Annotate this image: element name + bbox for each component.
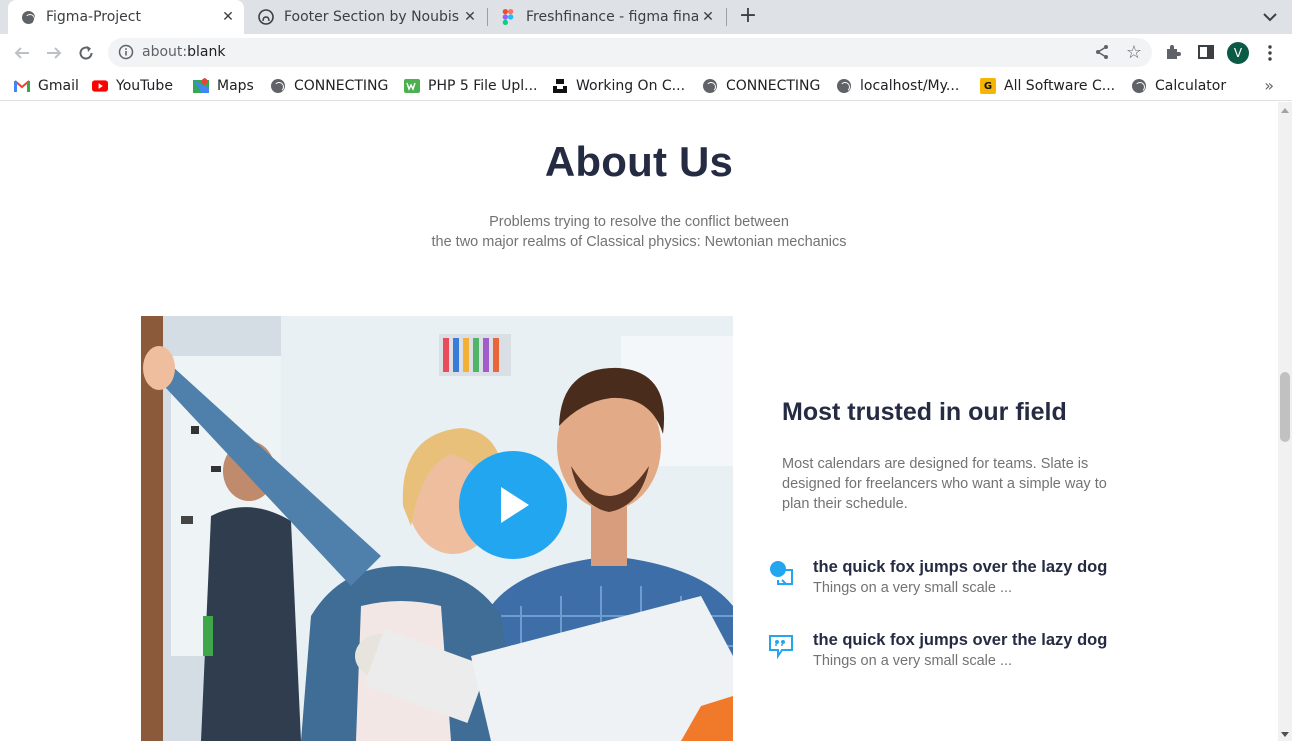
close-tab-icon[interactable]: ✕	[460, 9, 480, 25]
team-photo	[141, 316, 733, 741]
feature-heading: the quick fox jumps over the lazy dog	[813, 631, 1108, 649]
url-text: about:blank	[142, 44, 226, 60]
bookmark-localhost[interactable]: localhost/My...	[836, 76, 959, 96]
close-tab-icon[interactable]: ✕	[218, 9, 238, 25]
bookmark-connecting-1[interactable]: CONNECTING	[270, 76, 388, 96]
globe-icon	[1131, 78, 1147, 94]
page-subtitle: Problems trying to resolve the conflict …	[431, 214, 847, 250]
tab-title: Figma-Project	[46, 9, 141, 25]
share-icon[interactable]	[1094, 44, 1110, 64]
feature-item: the quick fox jumps over the lazy dog Th…	[768, 631, 1188, 675]
tab-footer-section[interactable]: Footer Section by Noubis ✕	[246, 0, 486, 34]
bookmark-working-on[interactable]: Working On C...	[552, 76, 685, 96]
youtube-icon	[92, 78, 108, 94]
browser-toolbar: about:blank ☆ V	[0, 34, 1292, 71]
address-bar[interactable]: about:blank ☆	[108, 38, 1152, 67]
scrollbar-thumb[interactable]	[1280, 372, 1290, 442]
more-menu-icon[interactable]	[1262, 44, 1278, 62]
page-viewport: About Us Problems trying to resolve the …	[0, 102, 1278, 741]
chat-bubble-icon	[768, 560, 794, 586]
video-thumbnail[interactable]	[141, 316, 733, 741]
tab-title: Footer Section by Noubis	[284, 9, 460, 25]
bookmarks-bar: Gmail YouTube Maps CONNECTING PHP 5 File…	[0, 71, 1292, 101]
extensions-puzzle-icon[interactable]	[1164, 43, 1184, 63]
scroll-up-arrow-icon[interactable]	[1281, 108, 1289, 113]
feature-heading: the quick fox jumps over the lazy dog	[813, 558, 1108, 576]
reload-icon[interactable]	[74, 41, 98, 65]
section-heading: Most trusted in our field	[782, 398, 1067, 426]
bookmark-connecting-2[interactable]: CONNECTING	[702, 76, 820, 96]
tab-freshfinance[interactable]: Freshfinance - figma finan ✕	[488, 0, 724, 34]
tab-figma-project[interactable]: Figma-Project ✕	[8, 0, 244, 34]
quote-bubble-icon	[768, 633, 794, 660]
globe-icon	[702, 78, 718, 94]
unsplash-icon	[552, 78, 568, 94]
tab-search-chevron-icon[interactable]	[1260, 7, 1280, 27]
tab-title: Freshfinance - figma finan	[526, 9, 698, 25]
github-icon	[258, 9, 274, 25]
tab-separator	[726, 8, 727, 26]
more-bookmarks-icon[interactable]: »	[1264, 76, 1274, 95]
w3schools-icon	[404, 78, 420, 94]
back-arrow-icon[interactable]	[10, 41, 34, 65]
feature-text: Things on a very small scale ...	[813, 653, 1013, 669]
bookmark-calculator[interactable]: Calculator	[1131, 76, 1226, 96]
info-icon[interactable]	[118, 44, 134, 60]
bookmark-youtube[interactable]: YouTube	[92, 76, 173, 96]
close-tab-icon[interactable]: ✕	[698, 9, 718, 25]
feature-item: the quick fox jumps over the lazy dog Th…	[768, 558, 1188, 602]
globe-icon	[836, 78, 852, 94]
bookmark-star-icon[interactable]: ☆	[1126, 42, 1142, 63]
feature-text: Things on a very small scale ...	[813, 580, 1013, 596]
page-title: About Us	[544, 138, 734, 185]
maps-icon	[193, 78, 209, 94]
new-tab-button[interactable]: +	[736, 5, 760, 29]
bookmark-gmail[interactable]: Gmail	[14, 76, 79, 96]
profile-avatar[interactable]: V	[1227, 42, 1249, 64]
bookmark-php-file-upload[interactable]: PHP 5 File Upl...	[404, 76, 537, 96]
bookmark-all-software[interactable]: G All Software C...	[980, 76, 1115, 96]
forward-arrow-icon[interactable]	[42, 41, 66, 65]
figma-icon	[500, 9, 516, 25]
bookmark-maps[interactable]: Maps	[193, 76, 254, 96]
g-icon: G	[980, 78, 996, 94]
globe-icon	[20, 9, 36, 25]
scroll-down-arrow-icon[interactable]	[1281, 732, 1289, 737]
side-panel-icon[interactable]	[1197, 43, 1217, 63]
tab-strip: Figma-Project ✕ Footer Section by Noubis…	[0, 0, 1292, 34]
globe-icon	[270, 78, 286, 94]
section-description: Most calendars are designed for teams. S…	[782, 456, 1107, 512]
gmail-icon	[14, 78, 30, 94]
page-scrollbar[interactable]	[1278, 102, 1292, 741]
play-button[interactable]	[459, 451, 567, 559]
